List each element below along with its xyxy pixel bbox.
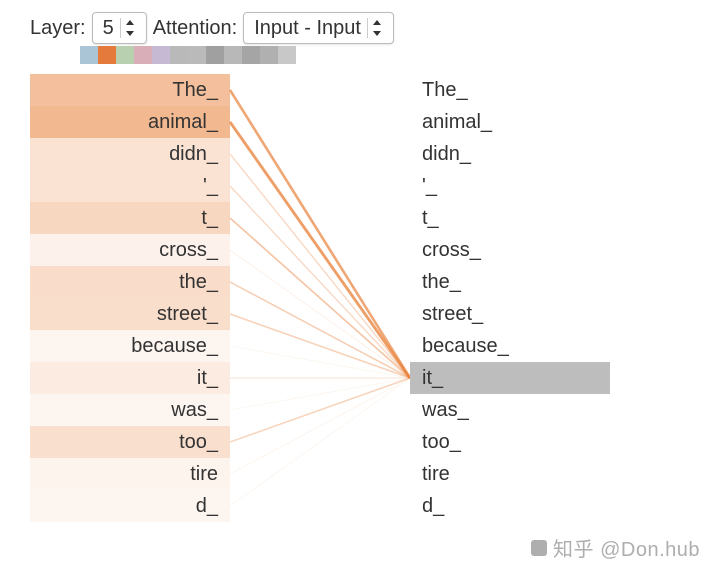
right-token[interactable]: tire <box>410 458 610 490</box>
palette-swatch[interactable] <box>134 46 152 64</box>
left-token[interactable]: didn_ <box>30 138 230 170</box>
left-token[interactable]: street_ <box>30 298 230 330</box>
left-token[interactable]: it_ <box>30 362 230 394</box>
left-token[interactable]: animal_ <box>30 106 230 138</box>
watermark: 知乎 @Don.hub <box>531 533 700 562</box>
palette-swatch[interactable] <box>188 46 206 64</box>
layer-label: Layer: <box>30 17 86 40</box>
palette-swatch[interactable] <box>170 46 188 64</box>
attention-line <box>230 314 410 378</box>
right-token[interactable]: The_ <box>410 74 610 106</box>
right-token[interactable]: '_ <box>410 170 610 202</box>
palette-swatch[interactable] <box>206 46 224 64</box>
right-token[interactable]: because_ <box>410 330 610 362</box>
left-token[interactable]: too_ <box>30 426 230 458</box>
right-token-column: The_animal_didn_'_t_cross_the_street_bec… <box>410 74 610 522</box>
right-token[interactable]: too_ <box>410 426 610 458</box>
updown-icon <box>120 18 140 38</box>
left-token[interactable]: t_ <box>30 202 230 234</box>
attention-line <box>230 282 410 378</box>
palette-swatch[interactable] <box>98 46 116 64</box>
attention-line <box>230 346 410 378</box>
attention-line <box>230 90 410 378</box>
attention-line <box>230 378 410 442</box>
left-token[interactable]: was_ <box>30 394 230 426</box>
palette-swatch[interactable] <box>152 46 170 64</box>
zhihu-icon <box>531 540 547 556</box>
palette-swatch[interactable] <box>116 46 134 64</box>
head-color-palette <box>80 46 296 64</box>
right-token[interactable]: it_ <box>410 362 610 394</box>
right-token[interactable]: the_ <box>410 266 610 298</box>
controls-row: Layer: 5 Attention: Input - Input <box>30 12 394 44</box>
right-token[interactable]: cross_ <box>410 234 610 266</box>
attention-line <box>230 186 410 378</box>
right-token[interactable]: didn_ <box>410 138 610 170</box>
right-token[interactable]: d_ <box>410 490 610 522</box>
right-token[interactable]: street_ <box>410 298 610 330</box>
palette-swatch[interactable] <box>260 46 278 64</box>
updown-icon <box>367 18 387 38</box>
right-token[interactable]: animal_ <box>410 106 610 138</box>
left-token-column: The_animal_didn_'_t_cross_the_street_bec… <box>30 74 230 522</box>
left-token[interactable]: '_ <box>30 170 230 202</box>
right-token[interactable]: was_ <box>410 394 610 426</box>
palette-swatch[interactable] <box>278 46 296 64</box>
palette-swatch[interactable] <box>224 46 242 64</box>
layer-select-value: 5 <box>103 17 120 40</box>
attention-line <box>230 154 410 378</box>
attention-select[interactable]: Input - Input <box>243 12 394 44</box>
left-token[interactable]: The_ <box>30 74 230 106</box>
attention-label: Attention: <box>153 17 238 40</box>
attention-lines <box>230 74 410 534</box>
attention-line <box>230 378 410 410</box>
left-token[interactable]: d_ <box>30 490 230 522</box>
left-token[interactable]: tire <box>30 458 230 490</box>
left-token[interactable]: cross_ <box>30 234 230 266</box>
attention-line <box>230 122 410 378</box>
left-token[interactable]: because_ <box>30 330 230 362</box>
attention-line <box>230 218 410 378</box>
attention-select-value: Input - Input <box>254 17 367 40</box>
attention-line <box>230 250 410 378</box>
palette-swatch[interactable] <box>242 46 260 64</box>
attention-line <box>230 378 410 474</box>
left-token[interactable]: the_ <box>30 266 230 298</box>
layer-select[interactable]: 5 <box>92 12 147 44</box>
right-token[interactable]: t_ <box>410 202 610 234</box>
watermark-text: 知乎 @Don.hub <box>553 533 700 562</box>
attention-line <box>230 378 410 506</box>
palette-swatch[interactable] <box>80 46 98 64</box>
